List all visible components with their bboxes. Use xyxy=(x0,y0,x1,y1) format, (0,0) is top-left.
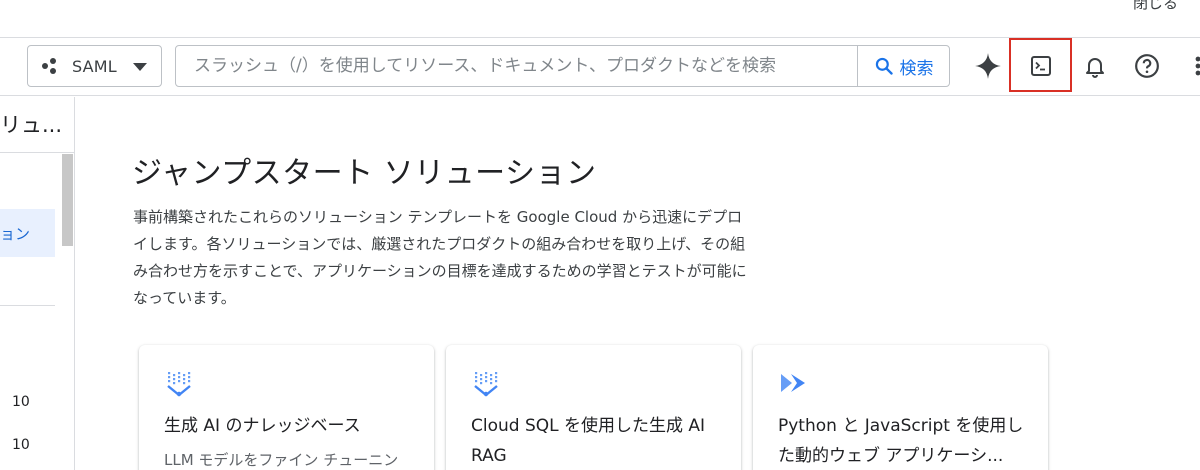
project-picker-button[interactable]: SAML xyxy=(27,45,162,87)
cloud-run-icon xyxy=(781,374,805,392)
sidebar-title: リュ... xyxy=(0,113,63,137)
sidebar-scrollbar[interactable] xyxy=(62,154,73,246)
solution-card[interactable]: 生成 AI のナレッジベース LLM モデルをファイン チューニン xyxy=(139,345,434,470)
sidebar-item-active[interactable]: ョン xyxy=(0,209,55,257)
project-dots-icon xyxy=(42,57,60,75)
project-label: SAML xyxy=(72,56,117,76)
gemini-button[interactable] xyxy=(968,46,1008,86)
search-button[interactable]: 検索 xyxy=(857,46,949,86)
bell-icon xyxy=(1086,58,1104,78)
sidebar-divider xyxy=(0,152,74,153)
card-title: Python と JavaScript を使用した動的ウェブ アプリケーシ... xyxy=(778,416,1024,466)
help-icon xyxy=(1135,54,1159,78)
page-title: ジャンプスタート ソリューション xyxy=(132,156,597,191)
search-button-label: 検索 xyxy=(899,58,934,79)
notifications-button[interactable] xyxy=(1075,46,1115,86)
cloud-shell-button[interactable] xyxy=(1021,46,1061,86)
help-button[interactable] xyxy=(1127,46,1167,86)
sidebar: リュ... ョン 10 10 xyxy=(0,97,75,470)
header-bar: SAML 検索 xyxy=(0,38,1200,96)
card-subtitle: LLM モデルをファイン チューニン xyxy=(164,451,399,469)
sparkle-icon xyxy=(975,53,1001,79)
terminal-icon xyxy=(1031,56,1051,76)
page-description: 事前構築されたこれらのソリューション テンプレートを Google Cloud … xyxy=(133,208,747,307)
search-input[interactable] xyxy=(176,46,857,86)
vertex-ai-icon xyxy=(474,372,498,397)
search-icon xyxy=(875,57,893,75)
caret-down-icon xyxy=(133,63,147,71)
top-strip: 閉じる xyxy=(0,0,1200,38)
more-options-button[interactable] xyxy=(1180,46,1200,86)
solution-card[interactable]: Cloud SQL を使用した生成 AI RAG xyxy=(446,345,741,470)
card-title: 生成 AI のナレッジベース xyxy=(164,416,361,436)
close-link[interactable]: 閉じる xyxy=(1133,0,1178,13)
card-title: Cloud SQL を使用した生成 AI RAG xyxy=(471,416,706,466)
more-vert-icon xyxy=(1195,56,1200,76)
search-box: 検索 xyxy=(175,45,950,87)
solution-card[interactable]: Python と JavaScript を使用した動的ウェブ アプリケーシ... xyxy=(753,345,1048,470)
sidebar-count: 10 xyxy=(12,437,30,453)
sidebar-item-label: ョン xyxy=(0,224,31,243)
sidebar-count: 10 xyxy=(12,394,30,410)
vertex-ai-icon xyxy=(167,372,191,397)
sidebar-divider xyxy=(0,305,55,306)
